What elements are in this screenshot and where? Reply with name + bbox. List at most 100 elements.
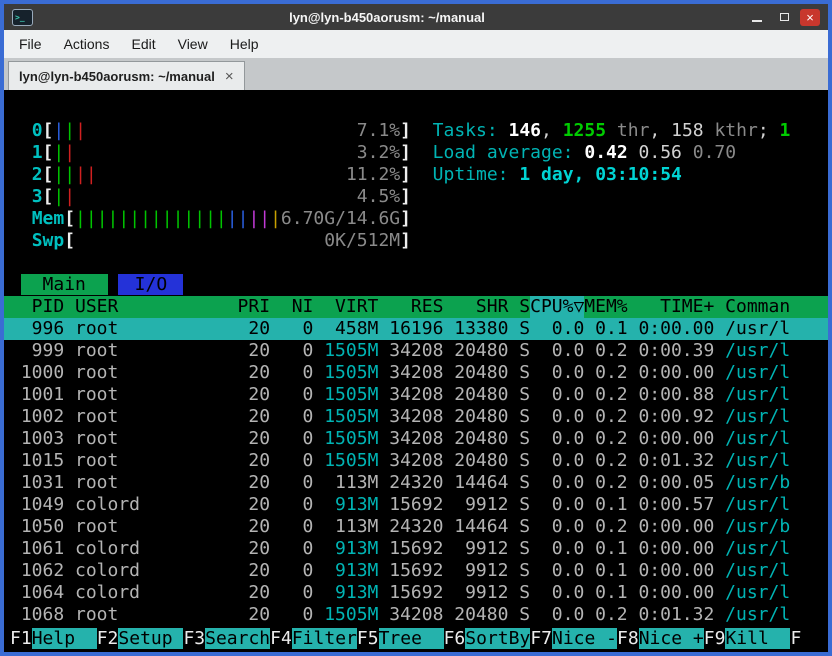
cell-user: root [75,428,205,450]
col-header-res[interactable]: RES [378,296,443,318]
process-row-1062[interactable]: 1062colord200913M156929912S0.00.10:00.00… [4,560,828,582]
process-row-1003[interactable]: 1003root2001505M3420820480S0.00.20:00.00… [4,428,828,450]
process-row-1015[interactable]: 1015root2001505M3420820480S0.00.20:01.32… [4,450,828,472]
process-row-996[interactable]: 996root200458M1619613380S0.00.10:00.00/u… [4,318,828,340]
info-segment: 1 day, 03:10:54 [519,164,682,185]
cell-gap [714,604,725,626]
close-button[interactable]: × [800,9,820,26]
terminal-tab[interactable]: lyn@lyn-b450aorusm: ~/manual × [8,61,245,90]
cell-virt: 1505M [313,406,378,428]
swap-meter: Swp[0K/512M] [10,230,411,252]
cell-shr: 13380 [443,318,508,340]
cell-pid: 1061 [10,538,64,560]
cell-pid: 1003 [10,428,64,450]
col-header-cmd[interactable]: Comman [725,296,828,318]
cell-res: 16196 [378,318,443,340]
cell-user: root [75,604,205,626]
col-header-pri[interactable]: PRI [205,296,270,318]
fkey-f[interactable]: F [790,628,801,650]
tab-close-icon[interactable]: × [225,68,234,85]
terminal-icon: >_ [12,9,33,26]
cell-cpu: 0.0 [530,340,584,362]
cell-s: S [508,516,530,538]
col-header-mem[interactable]: MEM% [584,296,627,318]
cell-time: 0:00.00 [628,560,715,582]
screen-tab-main[interactable]: Main [21,274,108,295]
fkey-f4-filter[interactable]: F4Filter [270,628,357,650]
tasks-info: Tasks: 146, 1255 thr, 158 kthr; 1 [433,120,791,141]
process-row-1050[interactable]: 1050root200113M2432014464S0.00.20:00.00/… [4,516,828,538]
bar-segment-magenta: || [248,208,270,229]
process-row-1000[interactable]: 1000root2001505M3420820480S0.00.20:00.00… [4,362,828,384]
fkey-f7-nice-[interactable]: F7Nice - [530,628,617,650]
col-header-shr[interactable]: SHR [443,296,508,318]
fkey-f1-help[interactable]: F1Help [10,628,97,650]
cell-gap [714,384,725,406]
cpu2-meter-bar: ||||11.2% [53,164,400,186]
process-row-999[interactable]: 999root2001505M3420820480S0.00.20:00.39/… [4,340,828,362]
cell-time: 0:00.00 [628,516,715,538]
terminal-screen[interactable]: 0[|||7.1%] Tasks: 146, 1255 thr, 158 kth… [4,90,828,652]
col-header-user[interactable]: USER [75,296,205,318]
cell-pri: 20 [205,560,270,582]
swap-meter-line: Swp[0K/512M] [4,230,828,252]
close-icon: × [806,9,814,26]
cell-pri: 20 [205,538,270,560]
close-bracket: ] [400,186,411,207]
cell-ni: 0 [270,318,313,340]
fkey-f3-search[interactable]: F3Search [183,628,270,650]
fkey-f9-kill[interactable]: F9Kill [704,628,791,650]
fkey-f8-nice+[interactable]: F8Nice + [617,628,704,650]
cell-s: S [508,472,530,494]
cell-s: S [508,318,530,340]
menu-help[interactable]: Help [219,30,270,58]
fkey-f5-tree[interactable]: F5Tree [357,628,444,650]
menu-edit[interactable]: Edit [120,30,166,58]
col-header-pid[interactable]: PID [10,296,64,318]
maximize-button[interactable] [773,8,795,26]
title-bar[interactable]: >_ lyn@lyn-b450aorusm: ~/manual × [4,4,828,30]
cell-pri: 20 [205,428,270,450]
col-header-virt[interactable]: VIRT [313,296,378,318]
col-header-time[interactable]: TIME+ [628,296,715,318]
meter-bars: |||| [53,164,96,185]
cell-virt: 913M [313,582,378,604]
cell-res: 24320 [378,472,443,494]
process-row-1031[interactable]: 1031root200113M2432014464S0.00.20:00.05/… [4,472,828,494]
minimize-button[interactable] [746,8,768,26]
cell-pid: 1049 [10,494,64,516]
meter-bars: ||||||||||||||||||| [75,208,281,229]
process-row-1001[interactable]: 1001root2001505M3420820480S0.00.20:00.88… [4,384,828,406]
cell-cpu: 0.0 [530,384,584,406]
process-row-1002[interactable]: 1002root2001505M3420820480S0.00.20:00.92… [4,406,828,428]
fkey-number: F9 [704,628,726,649]
cell-shr: 14464 [443,472,508,494]
tab-title: lyn@lyn-b450aorusm: ~/manual [19,69,215,84]
menu-view[interactable]: View [167,30,219,58]
process-row-1061[interactable]: 1061colord200913M156929912S0.00.10:00.00… [4,538,828,560]
cell-cmd: /usr/l [725,560,828,582]
process-row-1049[interactable]: 1049colord200913M156929912S0.00.10:00.57… [4,494,828,516]
fkey-number: F3 [183,628,205,649]
col-header-ni[interactable]: NI [270,296,313,318]
cell-cpu: 0.0 [530,472,584,494]
cell-mem: 0.2 [584,428,627,450]
bar-segment-green: || [53,164,75,185]
fkey-f2-setup[interactable]: F2Setup [97,628,184,650]
cell-shr: 9912 [443,582,508,604]
screen-tab-io[interactable]: I/O [118,274,183,295]
process-row-1064[interactable]: 1064colord200913M156929912S0.00.10:00.00… [4,582,828,604]
cell-gap [64,318,75,340]
cell-gap [64,406,75,428]
cell-res: 34208 [378,406,443,428]
process-row-1068[interactable]: 1068root2001505M3420820480S0.00.20:01.32… [4,604,828,626]
col-header-cpu[interactable]: CPU%▽ [530,296,584,318]
cell-s: S [508,340,530,362]
fkey-f6-sortby[interactable]: F6SortBy [444,628,531,650]
cell-cpu: 0.0 [530,560,584,582]
menu-file[interactable]: File [8,30,53,58]
menu-actions[interactable]: Actions [53,30,121,58]
cell-s: S [508,494,530,516]
col-header-s[interactable]: S [508,296,530,318]
fkey-action-label: Help [32,628,97,649]
